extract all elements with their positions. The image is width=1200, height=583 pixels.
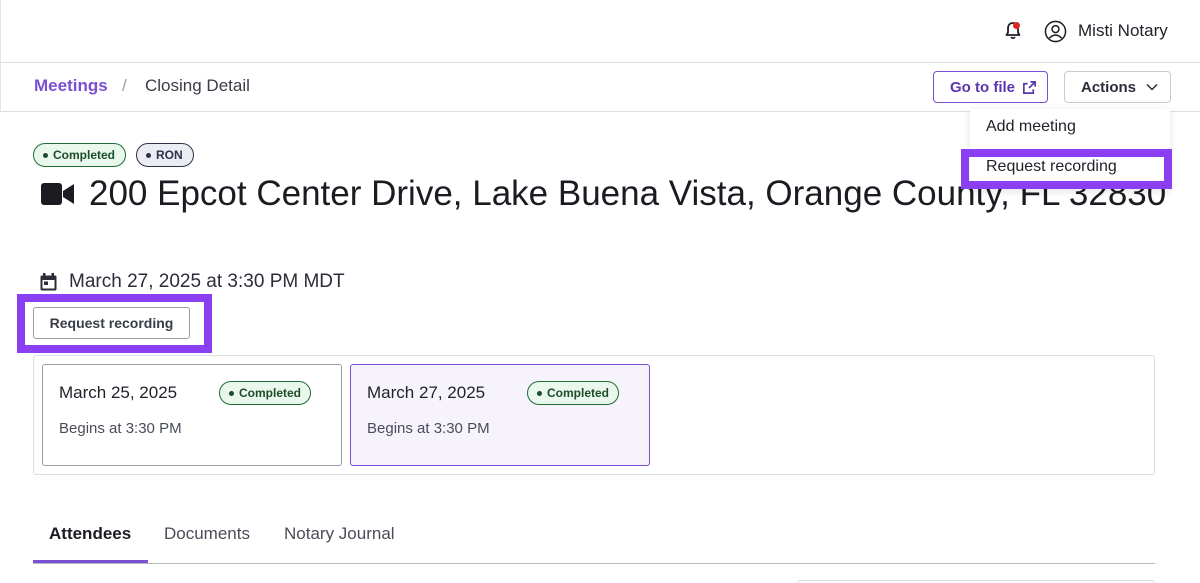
session-card[interactable]: March 25, 2025 Completed Begins at 3:30 … <box>42 364 342 466</box>
meeting-datetime: March 27, 2025 at 3:30 PM MDT <box>69 271 345 292</box>
chevron-down-icon <box>1146 83 1158 91</box>
user-avatar-icon[interactable] <box>1044 20 1067 43</box>
breadcrumb-separator: / <box>122 76 127 95</box>
breadcrumb-bar: Meetings / Closing Detail Go to file Act… <box>0 63 1200 112</box>
session-status-label: Completed <box>547 386 610 400</box>
session-date: March 27, 2025 <box>367 383 486 402</box>
tab-documents[interactable]: Documents <box>164 524 250 544</box>
go-to-file-label: Go to file <box>950 78 1015 96</box>
breadcrumb-current: Closing Detail <box>145 76 250 95</box>
session-status-dot <box>537 390 542 396</box>
session-status-dot <box>229 390 234 396</box>
session-status-label: Completed <box>239 386 302 400</box>
tab-notary-journal[interactable]: Notary Journal <box>284 524 395 544</box>
tab-attendees[interactable]: Attendees <box>49 524 131 544</box>
menu-item-add-meeting[interactable]: Add meeting <box>986 118 1076 136</box>
status-badge-label: Completed <box>53 148 116 162</box>
type-badge: RON <box>136 143 194 167</box>
session-card-selected[interactable]: March 27, 2025 Completed Begins at 3:30 … <box>350 364 650 466</box>
active-tab-indicator <box>33 560 148 563</box>
notification-dot <box>1013 22 1020 29</box>
type-dot <box>146 152 151 158</box>
breadcrumb-meetings-link[interactable]: Meetings <box>34 76 108 96</box>
actions-dropdown-button[interactable]: Actions <box>1064 71 1171 103</box>
type-badge-label: RON <box>156 148 183 162</box>
go-to-file-button[interactable]: Go to file <box>933 71 1048 103</box>
session-status-badge: Completed <box>527 381 620 405</box>
actions-label: Actions <box>1081 78 1137 96</box>
detail-tabs: Attendees Documents Notary Journal <box>33 512 1155 564</box>
external-link-icon <box>1023 80 1036 94</box>
request-recording-button[interactable]: Request recording <box>33 307 190 339</box>
session-status-badge: Completed <box>219 381 312 405</box>
session-begins: Begins at 3:30 PM <box>367 420 490 437</box>
status-badge: Completed <box>33 143 127 167</box>
session-date: March 25, 2025 <box>59 383 178 402</box>
user-name[interactable]: Misti Notary <box>1078 21 1168 41</box>
session-begins: Begins at 3:30 PM <box>59 420 182 437</box>
top-bar: Misti Notary <box>0 0 1200 63</box>
menu-item-request-recording[interactable]: Request recording <box>986 158 1117 176</box>
status-dot <box>43 152 48 158</box>
calendar-icon <box>40 273 57 291</box>
actions-menu: Add meeting Request recording <box>970 109 1170 189</box>
